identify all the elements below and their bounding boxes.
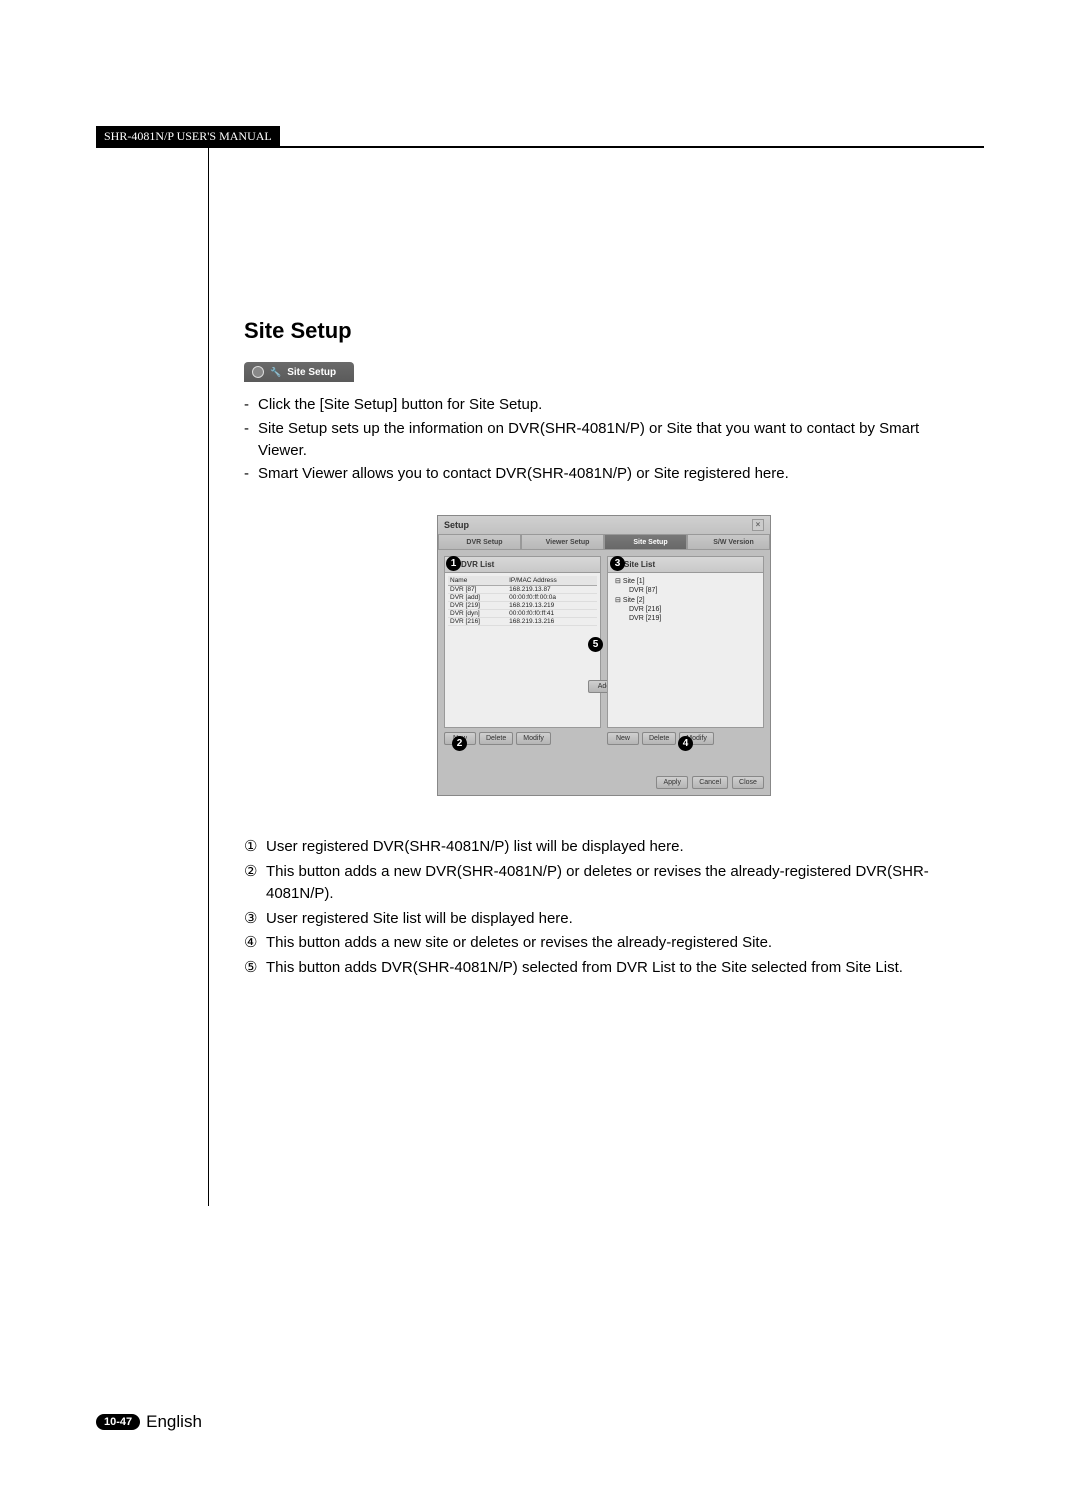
table-row[interactable]: DVR [dyn]00:00:f0:f0:ff:41 — [448, 610, 597, 618]
tree-node[interactable]: ⊟ Site [2] — [611, 595, 760, 605]
intro-bullets: -Click the [Site Setup] button for Site … — [244, 394, 964, 485]
tree-leaf[interactable]: DVR [219] — [611, 614, 760, 623]
legend-text: This button adds a new site or deletes o… — [266, 932, 772, 955]
site-list-body[interactable]: ⊟ Site [1] DVR [87] ⊟ Site [2] DVR [216]… — [607, 573, 764, 728]
setup-dialog: 1 2 3 4 5 Setup × DVR Setup Viewer Setup… — [437, 515, 771, 796]
globe-icon — [252, 366, 264, 378]
globe-icon — [623, 538, 631, 546]
cancel-button[interactable]: Cancel — [692, 776, 728, 789]
tab-graphic-label: Site Setup — [287, 367, 336, 378]
site-list-title: Site List — [624, 560, 655, 569]
apply-button[interactable]: Apply — [656, 776, 688, 789]
dvr-list-panel: DVR List NameIP/MAC Address DVR [87]168.… — [444, 556, 601, 764]
tree-node[interactable]: ⊟ Site [1] — [611, 576, 760, 586]
dialog-footer: Apply Cancel Close — [438, 770, 770, 795]
callout-4: 4 — [678, 736, 693, 751]
bullet-text: Site Setup sets up the information on DV… — [258, 418, 964, 462]
site-new-button[interactable]: New — [607, 732, 639, 745]
wrench-icon — [270, 367, 281, 378]
site-list-panel: Site List ⊟ Site [1] DVR [87] ⊟ Site [2]… — [607, 556, 764, 764]
tab-dvr-setup[interactable]: DVR Setup — [438, 534, 521, 550]
manual-title: SHR-4081N/P USER'S MANUAL — [96, 126, 280, 147]
table-row[interactable]: DVR [87]168.219.13.87 — [448, 586, 597, 594]
dialog-title: Setup — [444, 520, 469, 530]
col-name: Name — [448, 576, 507, 586]
callout-legend: ①User registered DVR(SHR-4081N/P) list w… — [244, 836, 964, 979]
close-button[interactable]: Close — [732, 776, 764, 789]
dvr-delete-button[interactable]: Delete — [479, 732, 513, 745]
tab-sw-version[interactable]: S/W Version — [687, 534, 770, 550]
eye-icon — [536, 538, 544, 546]
legend-text: This button adds DVR(SHR-4081N/P) select… — [266, 957, 903, 980]
callout-5: 5 — [588, 637, 603, 652]
dvr-list-body[interactable]: NameIP/MAC Address DVR [87]168.219.13.87… — [444, 573, 601, 728]
dvr-table: NameIP/MAC Address DVR [87]168.219.13.87… — [448, 576, 597, 626]
bullet-text: Click the [Site Setup] button for Site S… — [258, 394, 542, 416]
bullet-text: Smart Viewer allows you to contact DVR(S… — [258, 463, 789, 485]
callout-2: 2 — [452, 736, 467, 751]
dialog-titlebar: Setup × — [438, 516, 770, 534]
page-language: English — [146, 1412, 202, 1432]
tree-leaf[interactable]: DVR [216] — [611, 605, 760, 614]
site-delete-button[interactable]: Delete — [642, 732, 676, 745]
table-row[interactable]: DVR [219]168.219.13.219 — [448, 602, 597, 610]
callout-1: 1 — [446, 556, 461, 571]
tab-site-setup[interactable]: Site Setup — [604, 534, 687, 550]
callout-3: 3 — [610, 556, 625, 571]
vertical-divider — [208, 146, 209, 1206]
page-number: 10-47 — [96, 1414, 140, 1430]
close-icon[interactable]: × — [752, 519, 764, 531]
monitor-icon — [456, 538, 464, 546]
tab-viewer-setup[interactable]: Viewer Setup — [521, 534, 604, 550]
page-footer: 10-47 English — [96, 1412, 202, 1432]
section-title: Site Setup — [244, 318, 964, 344]
dvr-modify-button[interactable]: Modify — [516, 732, 551, 745]
dialog-tabs: DVR Setup Viewer Setup Site Setup S/W Ve… — [438, 534, 770, 550]
info-icon — [703, 538, 711, 546]
table-row[interactable]: DVR [add]00:00:f0:ff:00:0a — [448, 594, 597, 602]
dvr-list-title: DVR List — [461, 560, 494, 569]
table-row[interactable]: DVR [216]168.219.13.216 — [448, 618, 597, 626]
legend-text: User registered Site list will be displa… — [266, 908, 573, 931]
page-header: SHR-4081N/P USER'S MANUAL — [96, 126, 984, 146]
main-content: Site Setup Site Setup -Click the [Site S… — [244, 318, 964, 981]
col-ip: IP/MAC Address — [507, 576, 597, 586]
legend-text: This button adds a new DVR(SHR-4081N/P) … — [266, 861, 964, 906]
legend-text: User registered DVR(SHR-4081N/P) list wi… — [266, 836, 684, 859]
site-setup-tab-graphic: Site Setup — [244, 362, 354, 382]
tree-leaf[interactable]: DVR [87] — [611, 586, 760, 595]
